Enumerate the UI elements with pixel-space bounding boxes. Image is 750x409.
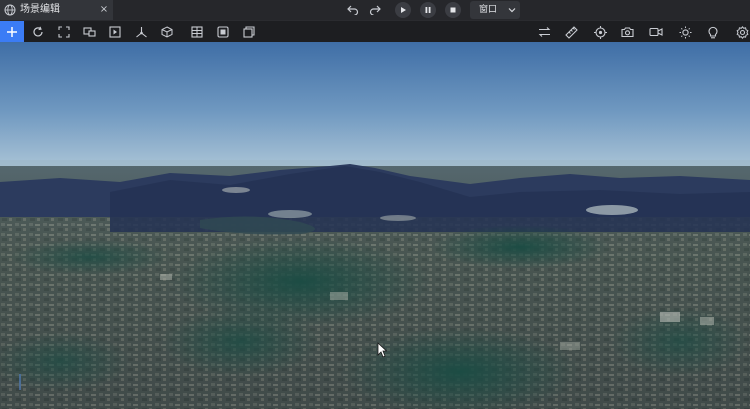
terrain-scene — [0, 42, 750, 409]
target-icon[interactable] — [592, 24, 608, 40]
scene-viewport[interactable] — [0, 42, 750, 409]
sun-icon[interactable] — [677, 24, 693, 40]
undo-icon[interactable] — [345, 2, 361, 18]
ruler-icon[interactable] — [563, 24, 579, 40]
cube-icon[interactable] — [159, 24, 175, 40]
video-icon[interactable] — [648, 24, 664, 40]
axis-gizmo-icon — [19, 374, 21, 390]
axis-transform-icon[interactable] — [133, 24, 149, 40]
tab-title: 场景编辑 — [20, 4, 60, 15]
window-select[interactable]: 窗口 — [470, 1, 520, 19]
settings-icon[interactable] — [734, 24, 750, 40]
screen-mirror-icon[interactable] — [81, 24, 97, 40]
scene-editor-tab[interactable]: 场景编辑 × — [0, 0, 113, 20]
pause-icon[interactable] — [420, 2, 436, 18]
title-bar: 场景编辑 × 窗口 — [0, 0, 750, 20]
stop-icon[interactable] — [445, 2, 461, 18]
window-select-label: 窗口 — [479, 5, 498, 15]
layers-icon[interactable] — [215, 24, 231, 40]
globe-icon — [4, 4, 16, 16]
fullscreen-icon[interactable] — [56, 24, 72, 40]
frame-icon[interactable] — [241, 24, 257, 40]
add-button[interactable] — [0, 21, 24, 42]
grid-icon[interactable] — [189, 24, 205, 40]
bulb-icon[interactable] — [705, 24, 721, 40]
play-frame-icon[interactable] — [107, 24, 123, 40]
mouse-cursor — [377, 342, 387, 358]
chevron-down-icon — [508, 8, 516, 13]
redo-icon[interactable] — [367, 2, 383, 18]
camera-icon[interactable] — [619, 24, 635, 40]
play-icon[interactable] — [395, 2, 411, 18]
toolbar — [0, 20, 750, 42]
refresh-icon[interactable] — [30, 24, 46, 40]
plus-icon — [7, 26, 17, 37]
swap-icon[interactable] — [536, 24, 552, 40]
close-icon[interactable]: × — [99, 3, 109, 17]
